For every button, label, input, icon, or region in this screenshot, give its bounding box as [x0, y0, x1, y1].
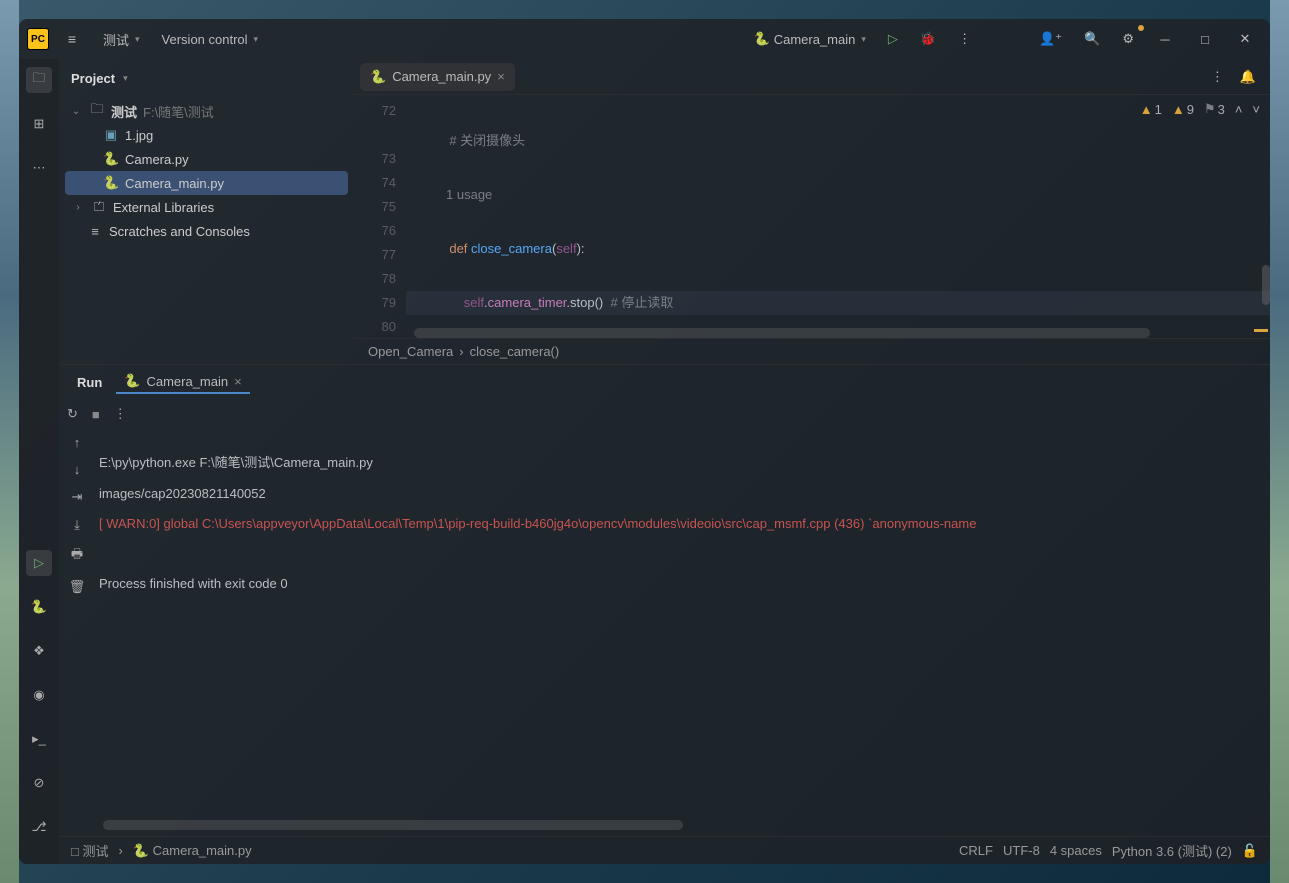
- error-icon: ▲: [1140, 102, 1153, 117]
- next-highlight-icon[interactable]: ˅: [1252, 101, 1260, 117]
- services-tool-icon[interactable]: ◉: [26, 682, 52, 708]
- run-more-button[interactable]: ⋮: [114, 406, 127, 422]
- vcs-menu[interactable]: Version control▾: [154, 28, 267, 51]
- desktop-background-right: [1270, 0, 1289, 883]
- scroll-end-icon[interactable]: ⤓: [74, 517, 80, 533]
- structure-tool-icon[interactable]: ⊞: [26, 111, 52, 137]
- collaborate-icon[interactable]: 👤⁺: [1031, 27, 1070, 51]
- more-actions-button[interactable]: ⋮: [950, 27, 979, 51]
- print-icon[interactable]: 🖶: [71, 545, 83, 567]
- run-config-tab[interactable]: 🐍 Camera_main ×: [116, 370, 249, 394]
- tree-root[interactable]: ⌄🗀 测试 F:\随笔\测试: [65, 99, 348, 123]
- status-interpreter[interactable]: Python 3.6 (测试) (2): [1112, 841, 1232, 860]
- project-panel: Project▾ ⌄🗀 测试 F:\随笔\测试 ▣1.jpg 🐍Camera.p…: [59, 59, 354, 364]
- status-lock-icon[interactable]: 🔓: [1242, 843, 1258, 859]
- python-console-icon[interactable]: 🐍: [26, 594, 52, 620]
- editor-h-scrollbar[interactable]: [414, 328, 1150, 338]
- run-h-scrollbar[interactable]: [103, 820, 683, 830]
- prev-highlight-icon[interactable]: ˄: [1235, 101, 1243, 117]
- run-toolwindow-label[interactable]: Run: [69, 370, 110, 394]
- project-menu[interactable]: 测试▾: [95, 26, 148, 53]
- status-breadcrumb-root[interactable]: □ 测试: [71, 841, 108, 860]
- gutter: 727374757677787980: [354, 95, 406, 338]
- tree-file-camera-main[interactable]: 🐍Camera_main.py: [65, 171, 348, 195]
- minimize-button[interactable]: ─: [1148, 25, 1182, 53]
- run-output[interactable]: E:\py\python.exe F:\随笔\测试\Camera_main.py…: [95, 429, 1270, 836]
- editor-tab[interactable]: 🐍 Camera_main.py ×: [360, 63, 515, 91]
- project-tool-icon[interactable]: 🗀: [26, 67, 52, 93]
- code-editor[interactable]: ▲1 ▲9 ⚑3 ˄ ˅ 727374757677787980 # 关闭摄像头 …: [354, 95, 1270, 338]
- run-tool-icon[interactable]: ▷: [26, 550, 52, 576]
- editor-pane: 🐍 Camera_main.py × ⋮ 🔔 ▲1 ▲9 ⚑3 ˄ ˅ 7273…: [354, 59, 1270, 364]
- status-indent[interactable]: 4 spaces: [1050, 843, 1102, 858]
- stop-button[interactable]: ■: [92, 407, 100, 422]
- ide-window: PC ≡ 测试▾ Version control▾ 🐍Camera_main▾ …: [19, 19, 1270, 864]
- debug-button[interactable]: 🐞: [912, 27, 944, 51]
- python-file-icon: 🐍: [124, 373, 140, 389]
- terminal-tool-icon[interactable]: ▸_: [26, 726, 52, 752]
- tree-external-libs[interactable]: ›⏍External Libraries: [65, 195, 348, 219]
- tree-file-camera[interactable]: 🐍Camera.py: [65, 147, 348, 171]
- weak-warning-icon: ⚑: [1204, 101, 1216, 117]
- close-tab-icon[interactable]: ×: [497, 69, 505, 84]
- warning-icon: ▲: [1172, 102, 1185, 117]
- project-panel-header[interactable]: Project▾: [59, 59, 354, 97]
- clear-icon[interactable]: 🗑: [69, 579, 86, 595]
- titlebar: PC ≡ 测试▾ Version control▾ 🐍Camera_main▾ …: [19, 19, 1270, 59]
- close-button[interactable]: ✕: [1228, 25, 1262, 53]
- status-line-sep[interactable]: CRLF: [959, 843, 993, 858]
- editor-options-icon[interactable]: ⋮: [1203, 65, 1232, 89]
- notifications-icon[interactable]: 🔔: [1232, 65, 1264, 89]
- desktop-background-left: [0, 0, 19, 883]
- run-button[interactable]: ▷: [880, 27, 906, 51]
- problems-tool-icon[interactable]: ⊘: [26, 770, 52, 796]
- run-config-selector[interactable]: 🐍Camera_main▾: [746, 27, 874, 51]
- app-logo: PC: [27, 28, 49, 50]
- left-toolbar: 🗀 ⊞ ⋯ ▷ 🐍 ❖ ◉ ▸_ ⊘ ⎇: [19, 59, 59, 864]
- maximize-button[interactable]: □: [1188, 25, 1222, 53]
- packages-tool-icon[interactable]: ❖: [26, 638, 52, 664]
- close-run-tab-icon[interactable]: ×: [234, 374, 242, 389]
- run-tool-window: Run 🐍 Camera_main × ↻ ■ ⋮ ↑ ↓ ⇥ ⤓ 🖶 🗑 E:…: [59, 364, 1270, 836]
- project-tree: ⌄🗀 测试 F:\随笔\测试 ▣1.jpg 🐍Camera.py 🐍Camera…: [59, 97, 354, 364]
- editor-stripe-mark[interactable]: [1254, 329, 1268, 332]
- more-tools-icon[interactable]: ⋯: [26, 155, 52, 181]
- inspections-widget[interactable]: ▲1 ▲9 ⚑3 ˄ ˅: [1140, 101, 1260, 117]
- status-encoding[interactable]: UTF-8: [1003, 843, 1040, 858]
- status-bar: □ 测试 › 🐍 Camera_main.py CRLF UTF-8 4 spa…: [59, 836, 1270, 864]
- rerun-button[interactable]: ↻: [67, 406, 78, 422]
- tree-file-image[interactable]: ▣1.jpg: [65, 123, 348, 147]
- vcs-tool-icon[interactable]: ⎇: [26, 814, 52, 840]
- run-side-toolbar: ↑ ↓ ⇥ ⤓ 🖶 🗑: [59, 429, 95, 836]
- status-breadcrumb-file[interactable]: 🐍 Camera_main.py: [133, 843, 252, 859]
- up-stack-icon[interactable]: ↑: [74, 435, 81, 450]
- breadcrumb[interactable]: Open_Camera›close_camera(): [354, 338, 1270, 364]
- search-button[interactable]: 🔍: [1076, 27, 1108, 51]
- settings-button[interactable]: ⚙: [1114, 27, 1142, 51]
- python-file-icon: 🐍: [370, 69, 386, 85]
- editor-v-scrollbar[interactable]: [1262, 265, 1270, 305]
- tree-scratches[interactable]: ≡Scratches and Consoles: [65, 219, 348, 243]
- main-menu-button[interactable]: ≡: [55, 26, 89, 52]
- down-stack-icon[interactable]: ↓: [74, 462, 81, 477]
- soft-wrap-icon[interactable]: ⇥: [72, 489, 83, 505]
